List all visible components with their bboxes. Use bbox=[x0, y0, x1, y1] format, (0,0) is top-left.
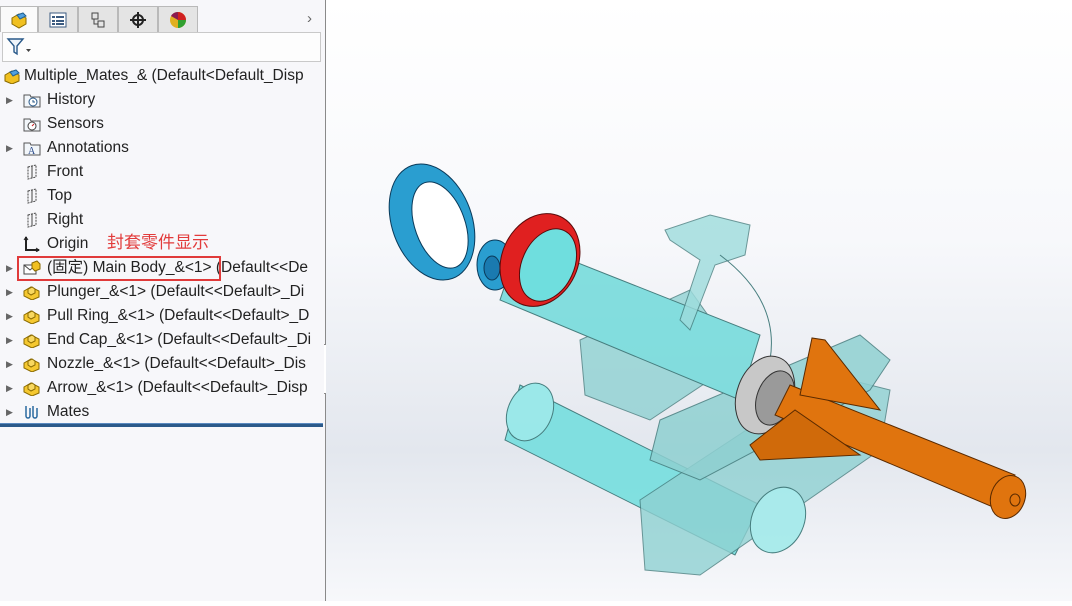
tree-item-label: Top bbox=[47, 187, 72, 204]
tree-item-label: History bbox=[47, 91, 96, 108]
property-list-icon bbox=[49, 12, 67, 27]
tree-item-plunger[interactable]: ▶ Plunger_&<1> (Default<<Default>_Di bbox=[0, 280, 324, 304]
annotations-folder-icon: A bbox=[23, 142, 41, 156]
color-wheel-icon bbox=[170, 11, 186, 28]
filter-icon[interactable] bbox=[6, 37, 34, 57]
tree-item-arrow[interactable]: ▶ Arrow_&<1> (Default<<Default>_Disp bbox=[0, 376, 324, 400]
tree-item-label: Mates bbox=[47, 403, 90, 420]
manager-tabs: › bbox=[0, 4, 325, 32]
expand-arrow-icon[interactable]: ▶ bbox=[6, 88, 13, 112]
history-folder-icon bbox=[23, 94, 41, 108]
tree-item-label: Front bbox=[47, 163, 84, 180]
tab-display-manager[interactable] bbox=[158, 6, 198, 32]
tree-item-label: Annotations bbox=[47, 139, 129, 156]
graphics-viewport[interactable] bbox=[326, 0, 1072, 601]
origin-icon bbox=[23, 236, 40, 252]
tree-item-sensors[interactable]: Sensors bbox=[0, 112, 324, 136]
tab-configuration-manager[interactable] bbox=[78, 6, 118, 32]
tab-property-manager[interactable] bbox=[38, 6, 78, 32]
svg-text:A: A bbox=[28, 146, 36, 156]
crosshair-icon bbox=[130, 11, 146, 28]
tree-root[interactable]: Multiple_Mates_& (Default<Default_Disp bbox=[0, 64, 324, 88]
tab-dimxpert-manager[interactable] bbox=[118, 6, 158, 32]
assembly-model[interactable] bbox=[326, 0, 1072, 601]
plane-icon bbox=[27, 164, 37, 180]
tree-item-label: End Cap_&<1> (Default<<Default>_Di bbox=[47, 331, 312, 348]
assembly-icon bbox=[4, 69, 20, 84]
expand-arrow-icon[interactable]: ▶ bbox=[6, 280, 13, 304]
tree-item-front[interactable]: Front bbox=[0, 160, 324, 184]
plane-icon bbox=[27, 212, 37, 228]
tree-item-pull[interactable]: ▶ Pull Ring_&<1> (Default<<Default>_D bbox=[0, 304, 324, 328]
tab-feature-manager[interactable] bbox=[0, 6, 38, 32]
assembly-icon bbox=[11, 11, 27, 29]
tree-item-label: Sensors bbox=[47, 115, 104, 132]
expand-arrow-icon[interactable]: ▶ bbox=[6, 304, 13, 328]
part-icon bbox=[23, 310, 40, 324]
pull-ring-part[interactable] bbox=[374, 152, 514, 292]
configuration-icon bbox=[91, 12, 105, 27]
tree-item-label: Pull Ring_&<1> (Default<<Default>_D bbox=[47, 307, 310, 324]
tree-item-end[interactable]: ▶ End Cap_&<1> (Default<<Default>_Di bbox=[0, 328, 324, 352]
tree-item-label: Plunger_&<1> (Default<<Default>_Di bbox=[47, 283, 305, 300]
mates-icon bbox=[25, 406, 38, 419]
expand-arrow-icon[interactable]: ▶ bbox=[6, 352, 13, 376]
part-icon bbox=[23, 382, 40, 396]
part-icon bbox=[23, 334, 40, 348]
tree-item-annotations[interactable]: ▶ A Annotations bbox=[0, 136, 324, 160]
highlight-box bbox=[17, 256, 221, 281]
annotation-label: 封套零件显示 bbox=[107, 233, 209, 252]
expand-arrow-icon[interactable]: ▶ bbox=[6, 376, 13, 400]
tree-filter-bar[interactable] bbox=[2, 32, 321, 62]
rollback-bar[interactable] bbox=[0, 423, 323, 427]
tree-item-nozzle[interactable]: ▶ Nozzle_&<1> (Default<<Default>_Dis bbox=[0, 352, 324, 376]
tree-item-history[interactable]: ▶ History bbox=[0, 88, 324, 112]
feature-manager-panel: › Multiple_Mates_& (Default<Default_Disp… bbox=[0, 0, 326, 601]
tree-item-top[interactable]: Top bbox=[0, 184, 324, 208]
expand-arrow-icon[interactable]: ▶ bbox=[6, 328, 13, 352]
part-icon bbox=[23, 358, 40, 372]
tree-item-label: Arrow_&<1> (Default<<Default>_Disp bbox=[47, 379, 308, 396]
plane-icon bbox=[27, 188, 37, 204]
tree-root-label: Multiple_Mates_& (Default<Default_Disp bbox=[24, 67, 304, 84]
expand-arrow-icon[interactable]: ▶ bbox=[6, 400, 13, 424]
tree-item-mates[interactable]: ▶ Mates bbox=[0, 400, 324, 424]
tree-item-label: Origin bbox=[47, 235, 89, 252]
sensors-folder-icon bbox=[23, 118, 41, 132]
tabs-more-chevron[interactable]: › bbox=[307, 10, 312, 27]
tree-item-label: Nozzle_&<1> (Default<<Default>_Dis bbox=[47, 355, 306, 372]
expand-arrow-icon[interactable]: ▶ bbox=[6, 256, 13, 280]
part-icon bbox=[23, 286, 40, 300]
expand-arrow-icon[interactable]: ▶ bbox=[6, 136, 13, 160]
tree-item-label: Right bbox=[47, 211, 84, 228]
